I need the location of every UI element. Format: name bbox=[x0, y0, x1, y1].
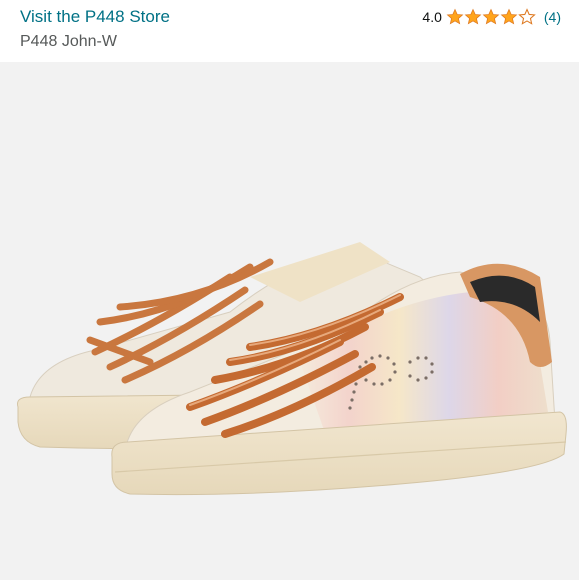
star-icon bbox=[500, 8, 518, 25]
rating-value: 4.0 bbox=[422, 9, 442, 25]
rating-summary[interactable]: 4.0 (4) bbox=[422, 7, 561, 27]
review-count-link[interactable]: (4) bbox=[544, 9, 561, 25]
product-title: P448 John-W bbox=[20, 33, 117, 50]
star-empty-icon bbox=[518, 8, 536, 25]
star-rating[interactable] bbox=[446, 8, 536, 26]
star-icon bbox=[446, 8, 464, 25]
product-header: Visit the P448 Store P448 John-W 4.0 (4) bbox=[0, 0, 579, 62]
store-link[interactable]: Visit the P448 Store bbox=[20, 7, 170, 27]
product-image[interactable] bbox=[0, 62, 579, 580]
star-icon bbox=[464, 8, 482, 25]
star-icon bbox=[482, 8, 500, 25]
sneaker-photo-icon bbox=[17, 242, 567, 496]
